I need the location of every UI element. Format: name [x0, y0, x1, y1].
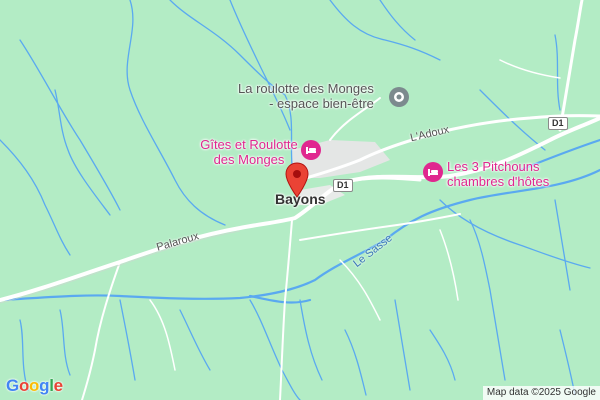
poi-label-line1: La roulotte des Monges [238, 81, 374, 96]
spa-icon[interactable] [389, 87, 409, 107]
poi-label-line1: Gîtes et Roulotte [200, 137, 298, 152]
location-pin-icon[interactable] [285, 162, 309, 203]
hotel-icon[interactable] [423, 162, 443, 182]
poi-label-line1: Les 3 Pitchouns [447, 159, 540, 174]
hotel-icon[interactable] [301, 140, 321, 160]
map-attribution[interactable]: Map data ©2025 Google [482, 386, 600, 400]
poi-label-line2: chambres d'hôtes [447, 174, 550, 189]
poi-label-line2: - espace bien-être [269, 96, 374, 111]
road-shield-d1: D1 [548, 117, 568, 130]
poi-label-pitchouns[interactable]: Les 3 Pitchouns chambres d'hôtes [447, 159, 549, 189]
map-canvas[interactable]: La roulotte des Monges - espace bien-êtr… [0, 0, 600, 400]
google-logo[interactable]: Google [6, 376, 63, 396]
road-shield-d1: D1 [333, 179, 353, 192]
poi-label-roulotte-spa[interactable]: La roulotte des Monges - espace bien-êtr… [238, 81, 374, 111]
